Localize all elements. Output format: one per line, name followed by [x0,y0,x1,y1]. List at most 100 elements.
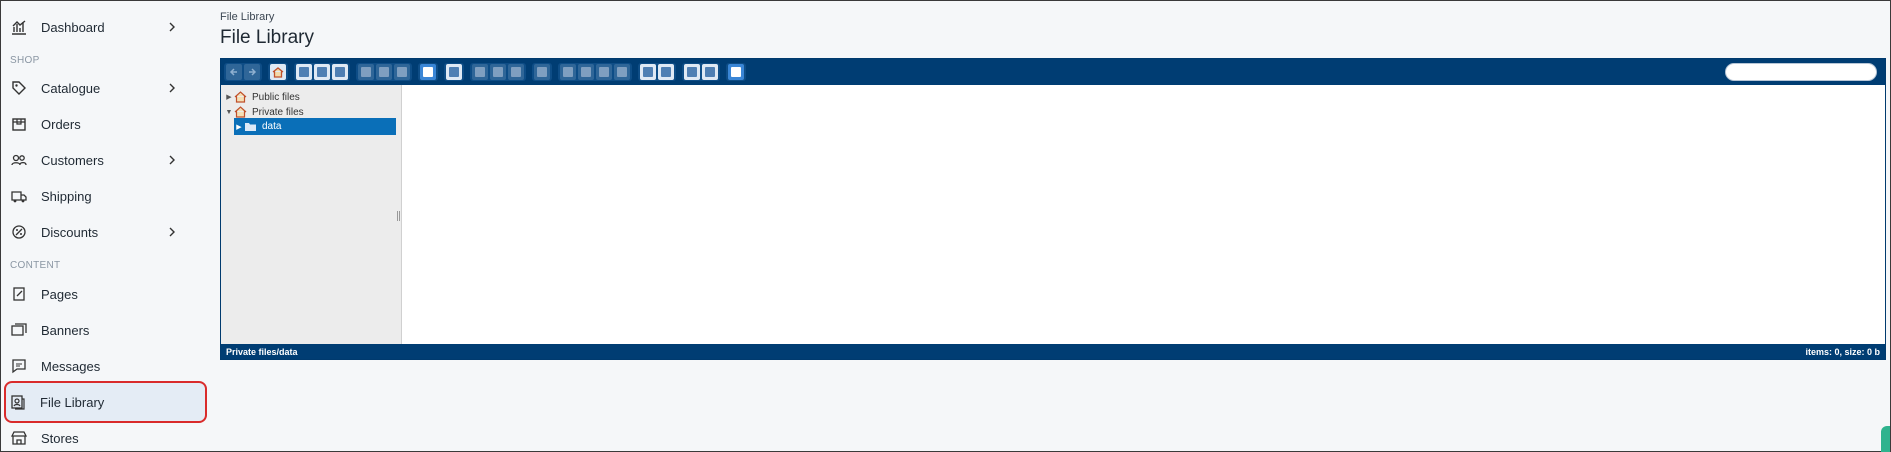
tree-node-label: Public files [252,91,300,103]
dashboard-icon [9,17,29,37]
preview-button[interactable] [446,64,462,80]
search-input[interactable] [1725,63,1877,81]
expand-arrow-icon[interactable]: ▶ [224,93,234,101]
breadcrumb: File Library [220,11,275,23]
home-button[interactable] [270,64,286,80]
sidebar-item-label: Dashboard [41,19,105,35]
tree-node-label: data [262,121,282,132]
extract-button[interactable] [640,64,656,80]
tree-node-data[interactable]: ▶ data [234,118,396,135]
archive-button[interactable] [658,64,674,80]
rename-button[interactable] [578,64,594,80]
sidebar-item-label: Discounts [41,224,99,240]
sidebar-item-dashboard[interactable]: Dashboard [7,11,201,43]
sidebar-item-discounts[interactable]: Discounts [7,216,201,248]
resize-button[interactable] [614,64,630,80]
truck-icon [9,186,29,206]
copy-icon [475,67,485,77]
folder-icon [244,121,258,133]
toolbar-group-edit [356,63,412,81]
toolbar-group-delete [532,63,552,81]
toolbar-group-archive [638,63,676,81]
home-folder-icon [234,91,248,103]
toolbar-group-info [418,63,438,81]
eye-icon [449,67,459,77]
sidebar-item-customers[interactable]: Customers [7,144,201,176]
reload-icon [397,67,407,77]
new-folder-button[interactable] [358,64,374,80]
pages-icon [9,284,29,304]
sidebar-item-shipping[interactable]: Shipping [7,180,201,212]
toolbar-group-view [444,63,464,81]
collapse-arrow-icon[interactable]: ▼ [224,109,234,116]
sidebar-item-orders[interactable]: Orders [7,108,201,140]
users-icon [9,150,29,170]
open-button[interactable] [296,64,312,80]
file-icon [379,67,389,77]
home-icon [272,67,284,78]
duplicate-button[interactable] [560,64,576,80]
chevron-right-icon [165,225,179,239]
reload-button[interactable] [394,64,410,80]
tag-icon [9,78,29,98]
folder-tree: ▶ Public files ▼ Private files ▶ data [221,85,402,345]
section-label-content: CONTENT [10,260,61,271]
help-widget-tab[interactable] [1881,426,1890,452]
info-button[interactable] [420,64,436,80]
sidebar-item-label: File Library [40,394,105,410]
toolbar-group-tools [558,63,632,81]
sidebar-item-label: Stores [41,430,79,446]
upload-button[interactable] [332,64,348,80]
sidebar-item-label: Orders [41,116,81,132]
file-manager: ▶ Public files ▼ Private files ▶ data Pr… [220,58,1886,360]
icons-view-button[interactable] [684,64,700,80]
expand-arrow-icon[interactable]: ▶ [234,123,244,131]
sidebar-item-catalogue[interactable]: Catalogue [7,72,201,104]
file-manager-toolbar [221,59,1885,85]
folder-icon [361,67,371,77]
status-path: Private files/data [226,346,298,357]
chevron-right-icon [165,81,179,95]
sidebar-item-stores[interactable]: Stores [7,422,201,452]
edit-button[interactable] [596,64,612,80]
toolbar-group-home [268,63,288,81]
toolbar-group-file [294,63,350,81]
icons-view-icon [687,67,697,77]
list-view-button[interactable] [702,64,718,80]
resize-handle[interactable] [397,211,400,221]
arrow-left-icon [229,68,237,76]
delete-button[interactable] [534,64,550,80]
message-icon [9,356,29,376]
sidebar-item-label: Messages [41,358,101,374]
page-title: File Library [220,27,314,48]
paste-icon [511,67,521,77]
file-list-area[interactable] [403,85,1885,345]
help-button[interactable] [728,64,744,80]
toolbar-group-layout [682,63,720,81]
forward-button[interactable] [244,64,260,80]
rename-icon [581,67,591,77]
toolbar-group-help [726,63,746,81]
trash-icon [537,67,547,77]
cut-button[interactable] [490,64,506,80]
back-button[interactable] [226,64,242,80]
sidebar-item-file-library[interactable]: File Library [6,383,205,421]
sidebar-item-label: Catalogue [41,80,101,96]
tree-node-public-files[interactable]: ▶ Public files [224,89,300,105]
file-library-icon [8,392,28,412]
help-icon [731,67,741,77]
resize-icon [617,67,627,77]
new-file-button[interactable] [376,64,392,80]
sidebar-item-pages[interactable]: Pages [7,278,201,310]
copy-button[interactable] [472,64,488,80]
paste-button[interactable] [508,64,524,80]
info-icon [423,67,433,77]
download-button[interactable] [314,64,330,80]
list-view-icon [705,67,715,77]
box-icon [9,114,29,134]
sidebar-item-banners[interactable]: Banners [7,314,201,346]
banners-icon [9,320,29,340]
sidebar-item-label: Shipping [41,188,92,204]
upload-icon [335,67,345,77]
sidebar-item-messages[interactable]: Messages [7,350,201,382]
